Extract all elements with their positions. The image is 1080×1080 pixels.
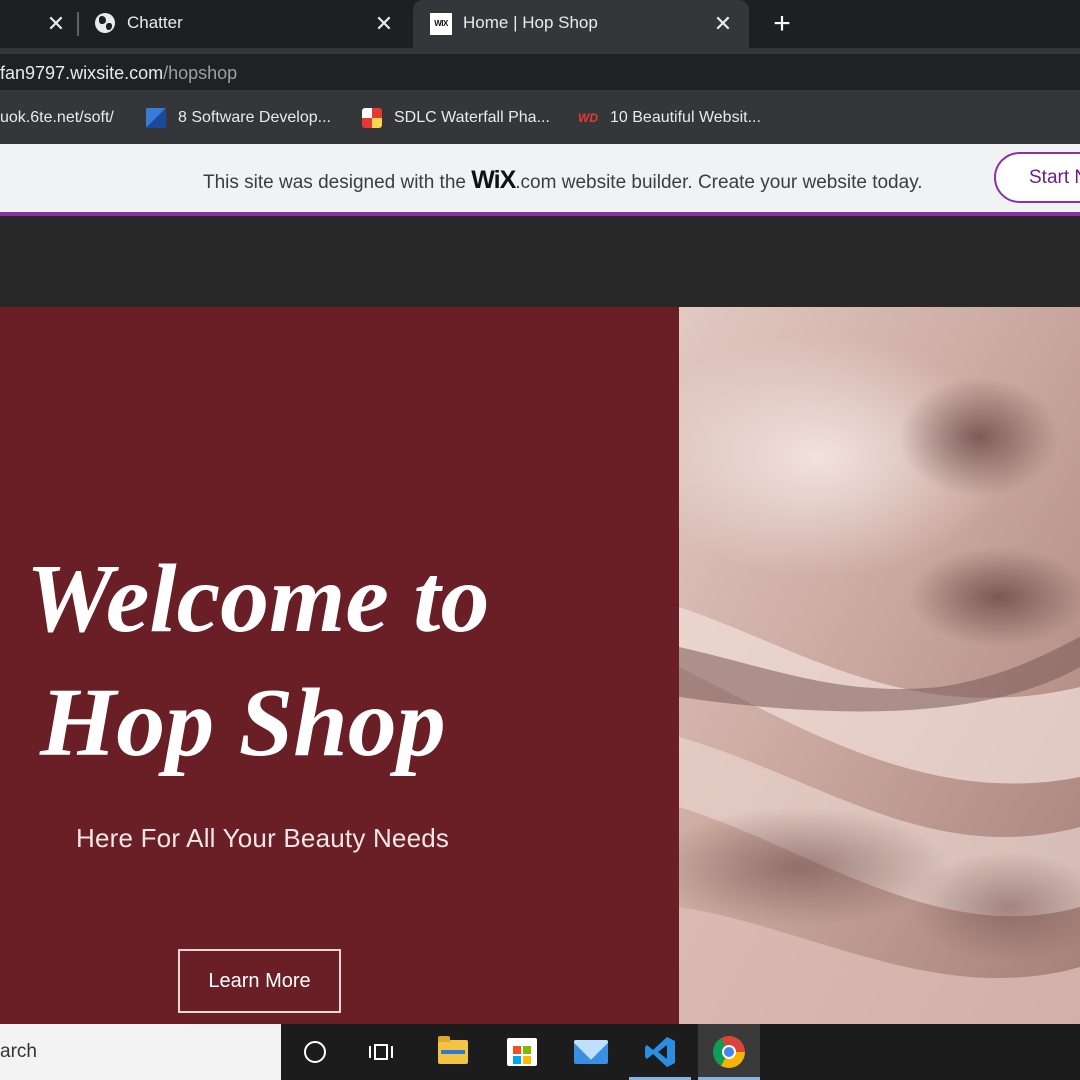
address-bar[interactable]: fan9797.wixsite.com/hopshop (0, 54, 1080, 90)
hero-title-line2: Hop Shop (40, 669, 446, 777)
mail-button[interactable] (560, 1024, 622, 1080)
windows-taskbar: arch (0, 1024, 1080, 1080)
cortana-button[interactable] (284, 1024, 346, 1080)
bookmark-label: uok.6te.net/soft/ (0, 109, 114, 126)
hero-subtitle: Here For All Your Beauty Needs (76, 823, 450, 853)
tab-previous[interactable]: ✕ (0, 0, 76, 48)
banner-text-after: website builder. Create your website tod… (556, 172, 923, 193)
bookmark-label: 8 Software Develop... (178, 109, 331, 126)
bookmark-label: 10 Beautiful Websit... (610, 109, 761, 126)
store-icon (507, 1038, 537, 1066)
chrome-button[interactable] (698, 1024, 760, 1080)
bookmark-item[interactable]: SDLC Waterfall Pha... (362, 96, 550, 140)
cortana-icon (304, 1041, 326, 1063)
url-path: /hopshop (163, 63, 238, 83)
close-icon[interactable]: ✕ (372, 12, 396, 36)
taskbar-search-input[interactable]: arch (0, 1024, 281, 1080)
tab-chatter[interactable]: Chatter ✕ (80, 0, 410, 48)
bookmark-item[interactable]: uok.6te.net/soft/ (0, 96, 114, 140)
new-tab-button[interactable]: + (767, 9, 797, 39)
banner-text: This site was designed with the WiX.com … (203, 166, 923, 195)
store-button[interactable] (491, 1024, 553, 1080)
wix-logo-suffix: .com (515, 172, 557, 193)
sdlc-icon (362, 108, 382, 128)
close-icon[interactable]: ✕ (711, 12, 735, 36)
url-text[interactable]: fan9797.wixsite.com/hopshop (0, 63, 237, 84)
silk-fabric-image (679, 307, 1080, 1024)
bookmarks-bar: uok.6te.net/soft/ 8 Software Develop... … (0, 96, 1080, 144)
banner-text-before: This site was designed with the (203, 172, 472, 193)
url-host: fan9797.wixsite.com (0, 63, 164, 83)
wix-promo-banner: This site was designed with the WiX.com … (0, 144, 1080, 216)
file-explorer-icon (438, 1036, 468, 1064)
wix-logo: WiX (471, 166, 516, 194)
tab-title: Chatter (127, 13, 183, 32)
bookmark-item[interactable]: WD 10 Beautiful Websit... (578, 96, 761, 140)
tab-title: Home | Hop Shop (463, 13, 598, 32)
site-header (0, 216, 1080, 307)
learn-more-button[interactable]: Learn More (178, 949, 341, 1013)
task-view-button[interactable] (350, 1024, 412, 1080)
chrome-icon (713, 1036, 745, 1068)
tab-strip: ✕ Chatter ✕ WIX Home | Hop Shop ✕ + (0, 0, 1080, 48)
wd-icon: WD (578, 111, 598, 125)
wix-icon: WIX (430, 13, 452, 35)
bookmark-label: SDLC Waterfall Pha... (394, 109, 550, 126)
start-now-button[interactable]: Start Now (994, 152, 1080, 203)
mail-icon (574, 1040, 608, 1064)
vscode-button[interactable] (629, 1024, 691, 1080)
file-explorer-button[interactable] (422, 1024, 484, 1080)
hero-title: Welcome to Hop Shop (26, 537, 586, 785)
hero-image (679, 307, 1080, 1024)
hero-panel: Welcome to Hop Shop Here For All Your Be… (0, 307, 679, 1024)
task-view-icon (369, 1042, 393, 1062)
tab-separator (77, 12, 79, 36)
close-icon[interactable]: ✕ (44, 12, 68, 36)
bookmark-item[interactable]: 8 Software Develop... (146, 96, 331, 140)
vscode-icon (645, 1037, 675, 1067)
browser-toolbar: fan9797.wixsite.com/hopshop (0, 48, 1080, 96)
tab-home-hop-shop[interactable]: WIX Home | Hop Shop ✕ (413, 0, 749, 48)
hero-title-line1: Welcome to (26, 545, 490, 653)
blue-doc-icon (146, 108, 166, 128)
globe-icon (95, 13, 115, 33)
